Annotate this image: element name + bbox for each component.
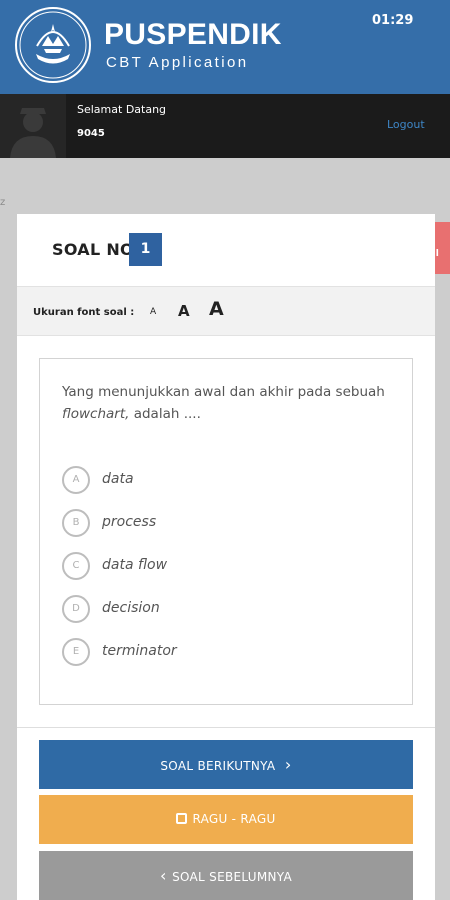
option-text: data: [102, 471, 134, 487]
option-radio[interactable]: E: [62, 638, 90, 666]
question-box: Yang menunjukkan awal dan akhir pada seb…: [39, 358, 413, 705]
font-size-bar: Ukuran font soal : A A A: [17, 286, 435, 336]
app-subtitle: CBT Application: [106, 54, 249, 71]
user-bar: Selamat Datang 9045 Logout: [0, 94, 450, 158]
doubt-label: RAGU - RAGU: [192, 812, 276, 826]
option-radio[interactable]: C: [62, 552, 90, 580]
chevron-right-icon: ›: [279, 755, 292, 774]
question-number-badge: 1: [129, 233, 162, 266]
tut-wuri-handayani-logo: [15, 7, 91, 83]
option-radio[interactable]: B: [62, 509, 90, 537]
question-text-italic: flowchart,: [62, 406, 130, 422]
option-radio[interactable]: A: [62, 466, 90, 494]
edge-mark: z: [0, 197, 6, 208]
answer-option-c[interactable]: C data flow: [62, 552, 382, 580]
divider: [17, 727, 435, 728]
user-id: 9045: [77, 128, 105, 139]
option-radio[interactable]: D: [62, 595, 90, 623]
countdown-timer: 01:29: [372, 13, 414, 28]
logout-link[interactable]: Logout: [387, 118, 425, 131]
option-text: data flow: [102, 557, 168, 573]
question-number-label: SOAL NO: [52, 240, 134, 259]
answer-option-e[interactable]: E terminator: [62, 638, 382, 666]
question-text-start: Yang menunjukkan awal dan akhir pada seb…: [62, 384, 385, 400]
font-size-label: Ukuran font soal :: [33, 307, 135, 318]
app-title: PUSPENDIK: [104, 18, 282, 51]
answer-option-d[interactable]: D decision: [62, 595, 382, 623]
font-size-large-button[interactable]: A: [209, 298, 224, 320]
previous-question-button[interactable]: ‹ SOAL SEBELUMNYA: [39, 851, 413, 900]
chevron-left-icon: ‹: [160, 866, 173, 885]
checkbox-icon: [176, 813, 188, 824]
next-question-button[interactable]: SOAL BERIKUTNYA ›: [39, 740, 413, 789]
question-text: Yang menunjukkan awal dan akhir pada seb…: [62, 381, 402, 425]
app-header: PUSPENDIK CBT Application 01:29: [0, 0, 450, 94]
answer-option-a[interactable]: A data: [62, 466, 382, 494]
option-text: process: [102, 514, 157, 530]
font-size-medium-button[interactable]: A: [178, 302, 190, 320]
question-card: SOAL NO 1 Ukuran font soal : A A A Yang …: [17, 214, 435, 900]
user-avatar-icon: [0, 94, 66, 158]
font-size-small-button[interactable]: A: [150, 307, 156, 317]
question-text-end: adalah ....: [129, 406, 201, 422]
previous-question-label: SOAL SEBELUMNYA: [172, 870, 292, 884]
welcome-text: Selamat Datang: [77, 103, 167, 116]
next-question-label: SOAL BERIKUTNYA: [160, 759, 276, 773]
answer-option-b[interactable]: B process: [62, 509, 382, 537]
option-text: terminator: [102, 643, 177, 659]
doubt-button[interactable]: RAGU - RAGU: [39, 795, 413, 844]
option-text: decision: [102, 600, 160, 616]
